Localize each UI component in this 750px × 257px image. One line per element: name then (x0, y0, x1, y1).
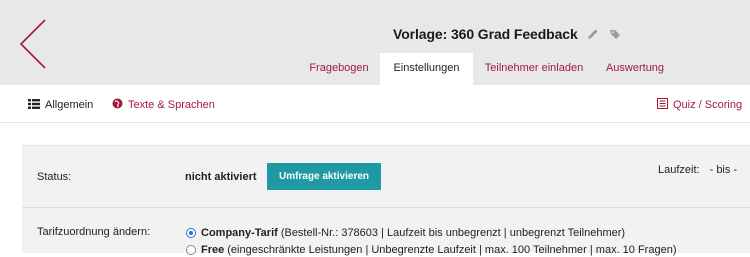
tab-einstellungen[interactable]: Einstellungen (380, 53, 473, 85)
tariff-option-free[interactable]: Free (eingeschränkte Leistungen | Unbegr… (186, 243, 676, 257)
subnav-texte-sprachen-label: Texte & Sprachen (128, 99, 215, 111)
subnav-allgemein[interactable]: Allgemein (28, 97, 93, 113)
runtime-info: Laufzeit: - bis - (658, 164, 737, 176)
tab-teilnehmer-einladen[interactable]: Teilnehmer einladen (478, 53, 590, 85)
sub-navigation: Allgemein Texte & Sprachen Quiz / Scorin… (0, 85, 750, 123)
subnav-texte-sprachen[interactable]: Texte & Sprachen (112, 97, 215, 113)
runtime-label: Laufzeit: (658, 164, 700, 176)
document-list-icon (657, 98, 668, 112)
tab-auswertung[interactable]: Auswertung (596, 53, 674, 85)
tariff-option-company[interactable]: Company-Tarif (Bestell-Nr.: 378603 | Lau… (186, 226, 625, 240)
status-label: Status: (37, 171, 72, 183)
settings-panel: Status: nicht aktiviert Umfrage aktivier… (22, 145, 750, 256)
subnav-allgemein-label: Allgemein (45, 99, 94, 111)
tag-icon[interactable] (608, 27, 622, 41)
activate-survey-button[interactable]: Umfrage aktivieren (267, 163, 381, 190)
pencil-icon[interactable] (586, 27, 600, 41)
tariff-option-free-details: (eingeschränkte Leistungen | Unbegrenzte… (227, 244, 677, 256)
runtime-value: - bis - (709, 164, 738, 176)
tariff-label: Tarifzuordnung ändern: (37, 226, 151, 238)
subnav-quiz-scoring-label: Quiz / Scoring (673, 99, 743, 111)
tariff-option-company-name: Company-Tarif (201, 227, 278, 239)
radio-free[interactable] (186, 245, 196, 255)
list-icon (28, 98, 40, 112)
status-value: nicht aktiviert (185, 171, 257, 183)
tab-fragebogen[interactable]: Fragebogen (300, 53, 378, 85)
tab-bar: Fragebogen Einstellungen Teilnehmer einl… (0, 53, 750, 85)
header-bar: Vorlage: 360 Grad Feedback Fragebogen Ei… (0, 0, 750, 85)
tariff-option-company-details: (Bestell-Nr.: 378603 | Laufzeit bis unbe… (280, 227, 626, 239)
tariff-option-free-name: Free (201, 244, 225, 256)
radio-company[interactable] (186, 228, 196, 238)
subnav-quiz-scoring[interactable]: Quiz / Scoring (657, 97, 742, 113)
page-title: Vorlage: 360 Grad Feedback (393, 26, 578, 42)
status-row: Status: nicht aktiviert Umfrage aktivier… (22, 146, 750, 208)
title-row: Vorlage: 360 Grad Feedback (393, 24, 622, 44)
globe-icon (112, 98, 123, 112)
